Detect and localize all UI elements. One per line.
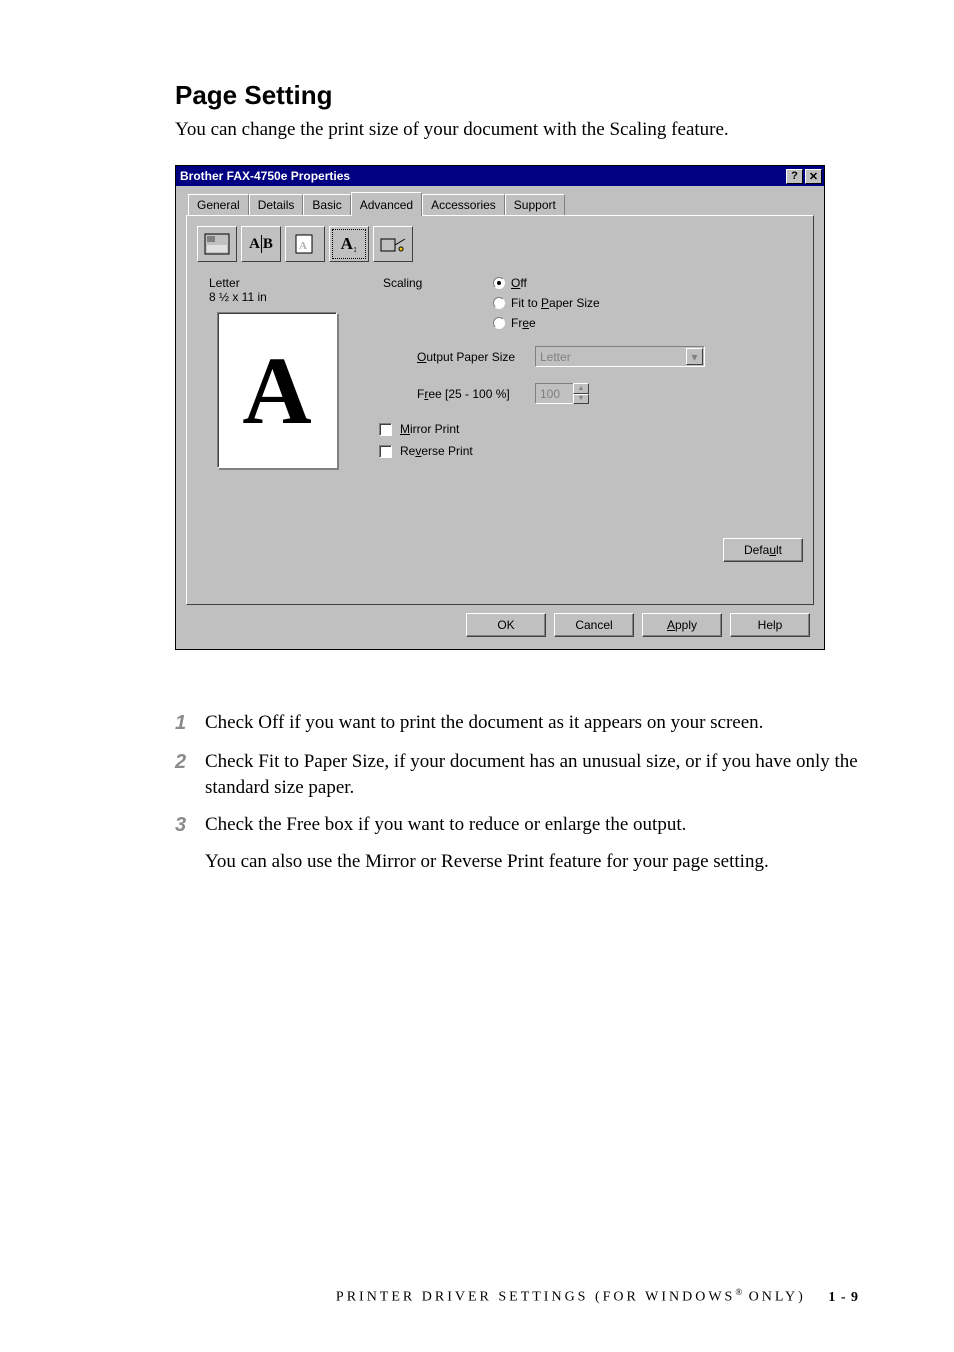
spinner-down-icon[interactable]: ▼ (573, 394, 589, 405)
ok-button[interactable]: OK (466, 613, 546, 637)
chevron-down-icon: ▾ (686, 348, 703, 365)
radio-fit-indicator (493, 297, 505, 309)
mirror-print-box (379, 423, 392, 436)
tab-advanced[interactable]: Advanced (351, 192, 422, 216)
section-heading: Page Setting (175, 80, 859, 111)
device-options-icon[interactable] (373, 226, 413, 262)
page-setting-icon[interactable]: A↕ (329, 226, 369, 262)
footer-text-after: ONLY) (742, 1290, 806, 1305)
step-followup: You can also use the Mirror or Reverse P… (205, 851, 859, 873)
radio-free-label: Free (511, 316, 536, 330)
spinner-up-icon[interactable]: ▲ (573, 383, 589, 394)
free-percent-value: 100 (535, 383, 573, 404)
step-text-3: Check the Free box if you want to reduce… (205, 812, 859, 839)
default-button[interactable]: Default (723, 538, 803, 562)
watermark-icon[interactable]: A (285, 226, 325, 262)
instructions: 1 Check Off if you want to print the doc… (175, 710, 859, 873)
output-paper-size-value: Letter (540, 350, 571, 364)
properties-dialog: Brother FAX-4750e Properties ? ✕ General… (175, 165, 825, 650)
free-range-label: Free [25 - 100 %] (383, 387, 523, 401)
multipage-icon[interactable]: AB (241, 226, 281, 262)
free-percent-spinner[interactable]: 100 ▲ ▼ (535, 383, 589, 404)
step-number-3: 3 (175, 812, 205, 839)
paper-panel: Letter 8 ½ x 11 in A (197, 276, 357, 468)
scaling-label: Scaling (383, 276, 453, 330)
scaling-radio-group: Off Fit to Paper Size Free (493, 276, 600, 330)
radio-fit[interactable]: Fit to Paper Size (493, 296, 600, 310)
page-footer: PRINTER DRIVER SETTINGS (FOR WINDOWS® ON… (336, 1287, 859, 1306)
titlebar-close-button[interactable]: ✕ (805, 169, 822, 184)
radio-free[interactable]: Free (493, 316, 600, 330)
radio-off[interactable]: Off (493, 276, 600, 290)
halftone-icon[interactable] (197, 226, 237, 262)
step-text-1: Check Off if you want to print the docum… (205, 710, 859, 737)
dialog-button-row: OK Cancel Apply Help (186, 605, 814, 639)
step-text-2: Check Fit to Paper Size, if your documen… (205, 749, 859, 800)
footer-text-before: PRINTER DRIVER SETTINGS (FOR WINDOWS (336, 1290, 735, 1305)
step-number-1: 1 (175, 710, 205, 737)
radio-off-label: Off (511, 276, 527, 290)
paper-preview: A (217, 312, 337, 468)
tabs-row: General Details Basic Advanced Accessori… (186, 192, 814, 215)
reverse-print-box (379, 445, 392, 458)
output-paper-size-label: Output Paper Size (383, 350, 523, 364)
radio-off-indicator (493, 277, 505, 289)
cancel-button[interactable]: Cancel (554, 613, 634, 637)
dialog-body: General Details Basic Advanced Accessori… (176, 186, 824, 649)
titlebar: Brother FAX-4750e Properties ? ✕ (176, 166, 824, 186)
tab-details[interactable]: Details (249, 194, 304, 215)
paper-dimensions-label: 8 ½ x 11 in (197, 290, 357, 304)
radio-free-indicator (493, 317, 505, 329)
step-number-2: 2 (175, 749, 205, 800)
radio-fit-label: Fit to Paper Size (511, 296, 600, 310)
mirror-print-label: Mirror Print (400, 422, 459, 436)
tab-general[interactable]: General (188, 194, 249, 215)
mirror-print-checkbox[interactable]: Mirror Print (379, 422, 803, 436)
tab-basic[interactable]: Basic (303, 194, 350, 215)
advanced-toolbar: AB A A↕ (197, 226, 803, 262)
paper-name-label: Letter (197, 276, 357, 290)
reverse-print-label: Reverse Print (400, 444, 473, 458)
intro-text: You can change the print size of your do… (175, 119, 859, 141)
apply-button[interactable]: Apply (642, 613, 722, 637)
page-number: 1 - 9 (828, 1290, 859, 1305)
output-paper-size-select[interactable]: Letter ▾ (535, 346, 705, 367)
settings-panel: Scaling Off Fit to Paper Size (383, 276, 803, 468)
tab-page-advanced: AB A A↕ Letter 8 ½ x 11 in (186, 215, 814, 605)
titlebar-text: Brother FAX-4750e Properties (180, 169, 784, 183)
titlebar-help-button[interactable]: ? (786, 169, 803, 184)
tab-support[interactable]: Support (505, 194, 565, 215)
svg-text:A: A (299, 240, 307, 252)
reverse-print-checkbox[interactable]: Reverse Print (379, 444, 803, 458)
help-button[interactable]: Help (730, 613, 810, 637)
tab-accessories[interactable]: Accessories (422, 194, 505, 215)
